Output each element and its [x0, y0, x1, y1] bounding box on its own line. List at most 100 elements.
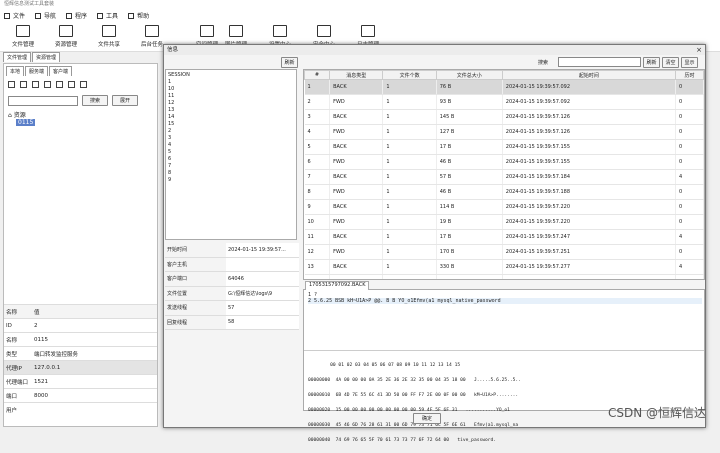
refresh-button[interactable]: 刷新	[281, 57, 298, 68]
session-item[interactable]: 15	[168, 121, 294, 128]
session-item[interactable]: 5	[168, 149, 294, 156]
session-item[interactable]: 11	[168, 93, 294, 100]
table-cell: 170 B	[436, 245, 502, 260]
table-row[interactable]: 8FWD146 B2024-01-15 19:39:57.1880	[305, 185, 704, 200]
search-button[interactable]: 搜索	[82, 95, 108, 106]
session-item[interactable]: 9	[168, 177, 294, 184]
info-row: 开始时间2024-01-15 19:39:57...	[165, 243, 299, 258]
stop-icon[interactable]	[32, 81, 39, 88]
clear-button[interactable]: 清空	[662, 57, 679, 68]
table-row[interactable]: 3BACK1145 B2024-01-15 19:39:57.1260	[305, 110, 704, 125]
column-header[interactable]: #	[305, 71, 330, 80]
column-header[interactable]: 起始时间	[502, 71, 675, 80]
menu-label: 导航	[44, 11, 56, 20]
search-label: 搜索	[538, 59, 548, 66]
help-icon	[128, 13, 134, 19]
table-cell: 330 B	[436, 260, 502, 275]
session-item[interactable]: 10	[168, 86, 294, 93]
table-cell: BACK	[330, 170, 383, 185]
table-row[interactable]: 1BACK176 B2024-01-15 19:39:57.0920	[305, 80, 704, 95]
hex-line: 00000000 4A 00 00 00 0A 35 2E 36 2E 32 3…	[308, 378, 700, 383]
table-row[interactable]: 7BACK157 B2024-01-15 19:39:57.1844	[305, 170, 704, 185]
close-icon[interactable]: ×	[695, 46, 703, 54]
copy-icon[interactable]	[56, 81, 63, 88]
tool-file-share[interactable]: 文件共享	[87, 25, 131, 50]
share-icon	[102, 25, 116, 37]
tool-resource-manage[interactable]: 资源管理	[44, 25, 88, 50]
prop-value: 127.0.0.1	[32, 365, 157, 371]
table-row[interactable]: 13BACK1330 B2024-01-15 19:39:57.2774	[305, 260, 704, 275]
table-row[interactable]: 11BACK117 B2024-01-15 19:39:57.2474	[305, 230, 704, 245]
table-row[interactable]: 14FWD117 B2024-01-15 19:39:57.2810	[305, 275, 704, 281]
column-header[interactable]: 文件总大小	[436, 71, 502, 80]
session-item[interactable]: 12	[168, 100, 294, 107]
session-item[interactable]: 14	[168, 114, 294, 121]
tree-node[interactable]: 0115	[8, 119, 35, 126]
table-row[interactable]: 9BACK1114 B2024-01-15 19:39:57.2200	[305, 200, 704, 215]
tree-root[interactable]: ⌂ 资源	[8, 110, 35, 119]
expand-button[interactable]: 展开	[112, 95, 138, 106]
column-header[interactable]: 消息类型	[330, 71, 383, 80]
session-item[interactable]: 3	[168, 135, 294, 142]
session-item[interactable]: 13	[168, 107, 294, 114]
table-row[interactable]: 2FWD193 B2024-01-15 19:39:57.0920	[305, 95, 704, 110]
sync-icon	[59, 25, 73, 37]
session-item[interactable]: 6	[168, 156, 294, 163]
table-cell: 2024-01-15 19:39:57.188	[502, 185, 675, 200]
delete-icon[interactable]	[44, 81, 51, 88]
save-icon[interactable]	[68, 81, 75, 88]
table-row[interactable]: 12FWD1170 B2024-01-15 19:39:57.2510	[305, 245, 704, 260]
table-cell: 93 B	[436, 95, 502, 110]
add-icon[interactable]	[8, 81, 15, 88]
table-cell: FWD	[330, 245, 383, 260]
table-cell: 17 B	[436, 275, 502, 281]
menu-tools[interactable]: 工具	[97, 11, 118, 20]
log-icon	[361, 25, 375, 37]
refresh-messages-button[interactable]: 刷新	[643, 57, 660, 68]
table-cell: 2024-01-15 19:39:57.251	[502, 245, 675, 260]
search-input[interactable]	[8, 96, 78, 106]
column-header[interactable]: 文件个数	[383, 71, 436, 80]
prop-value: 端口转发监控服务	[32, 350, 157, 358]
table-row[interactable]: 6FWD146 B2024-01-15 19:39:57.1550	[305, 155, 704, 170]
ok-button[interactable]: 确定	[413, 413, 441, 424]
table-row[interactable]: 10FWD119 B2024-01-15 19:39:57.2200	[305, 215, 704, 230]
prop-name: 类型	[4, 350, 32, 358]
detail-tab[interactable]: 1705315797092.BACK	[305, 281, 369, 290]
session-item[interactable]: 7	[168, 163, 294, 170]
tab-file-manage[interactable]: 文件管理	[3, 52, 31, 62]
tool-label: 文件管理	[12, 40, 34, 48]
prop-name: 代理IP	[4, 364, 32, 372]
menu-program[interactable]: 程序	[66, 11, 87, 20]
folder-icon	[16, 25, 30, 37]
menu-bar: 文件 导航 程序 工具 帮助	[0, 9, 720, 22]
table-row[interactable]: 4FWD1127 B2024-01-15 19:39:57.1260	[305, 125, 704, 140]
column-header[interactable]: 历时	[676, 71, 704, 80]
tool-file-manage[interactable]: 文件管理	[1, 25, 45, 50]
tab-server[interactable]: 服务端	[25, 66, 48, 76]
menu-help[interactable]: 帮助	[128, 11, 149, 20]
session-info: 开始时间2024-01-15 19:39:57...客户主机客户端口64046文…	[165, 243, 299, 330]
edit-icon[interactable]	[20, 81, 27, 88]
menu-label: 帮助	[137, 11, 149, 20]
table-cell: 2024-01-15 19:39:57.126	[502, 110, 675, 125]
menu-file[interactable]: 文件	[4, 11, 25, 20]
session-item[interactable]: 8	[168, 170, 294, 177]
session-list[interactable]: SESSION110111213141523456789	[165, 69, 297, 240]
show-button[interactable]: 显示	[681, 57, 698, 68]
table-cell: 0	[676, 110, 704, 125]
table-cell: 2024-01-15 19:39:57.220	[502, 215, 675, 230]
session-item[interactable]: SESSION	[168, 72, 294, 79]
info-row: 客户主机	[165, 258, 299, 273]
session-item[interactable]: 2	[168, 128, 294, 135]
menu-nav[interactable]: 导航	[35, 11, 56, 20]
session-item[interactable]: 4	[168, 142, 294, 149]
session-item[interactable]: 1	[168, 79, 294, 86]
message-search-input[interactable]	[558, 57, 641, 67]
table-cell: 10	[305, 215, 330, 230]
tab-client[interactable]: 客户端	[49, 66, 72, 76]
refresh-icon[interactable]	[80, 81, 87, 88]
table-row[interactable]: 5BACK117 B2024-01-15 19:39:57.1550	[305, 140, 704, 155]
tab-resource-manage[interactable]: 资源管理	[32, 52, 60, 62]
tab-local[interactable]: 本地	[6, 66, 24, 76]
